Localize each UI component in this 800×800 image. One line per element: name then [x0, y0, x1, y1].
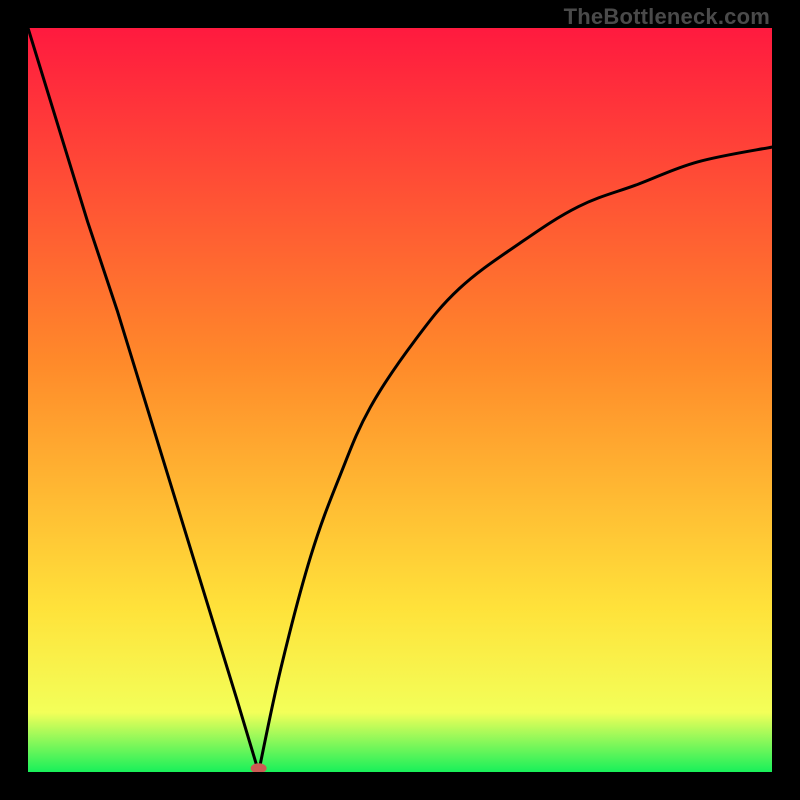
watermark-text: TheBottleneck.com	[564, 4, 770, 30]
chart-frame	[28, 28, 772, 772]
bottleneck-chart	[28, 28, 772, 772]
gradient-background	[28, 28, 772, 772]
